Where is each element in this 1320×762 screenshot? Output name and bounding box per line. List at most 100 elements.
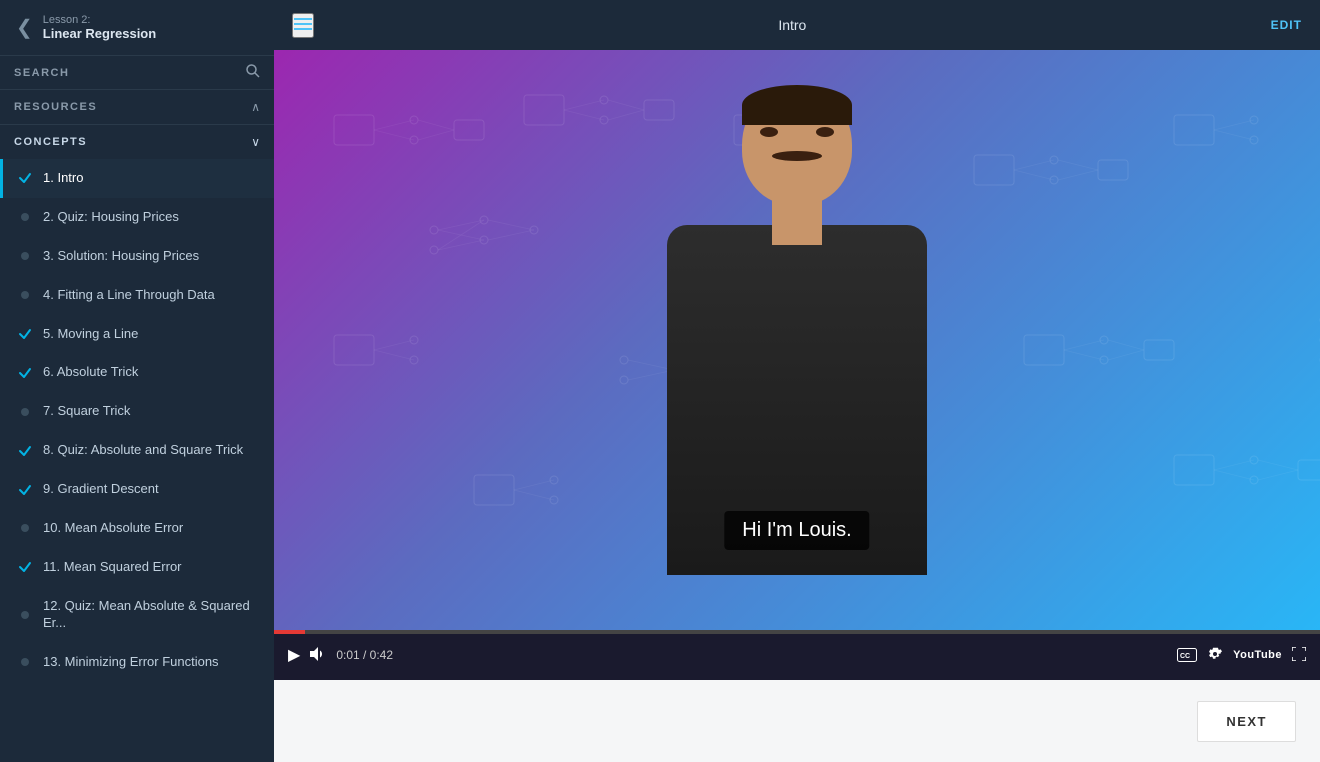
resources-chevron-icon: ∧ [251, 100, 260, 114]
volume-icon [310, 647, 326, 661]
menu-button[interactable] [292, 13, 314, 38]
checkmark-icon [18, 483, 32, 497]
lesson-item-status-2 [17, 213, 33, 221]
lesson-item-text: 3. Solution: Housing Prices [43, 248, 199, 265]
controls-right: CC YouTube [1177, 646, 1306, 665]
lesson-info: Lesson 2: Linear Regression [43, 14, 156, 41]
progress-bar-fill [274, 630, 305, 634]
next-button[interactable]: NEXT [1197, 701, 1296, 742]
svg-text:CC: CC [1180, 653, 1190, 660]
checkmark-icon [18, 366, 32, 380]
sidebar-header: ❮ Lesson 2: Linear Regression [0, 0, 274, 56]
lesson-item-9[interactable]: 9. Gradient Descent [0, 470, 274, 509]
lesson-item-3[interactable]: 3. Solution: Housing Prices [0, 237, 274, 276]
fullscreen-button[interactable] [1292, 647, 1306, 664]
lesson-item-8[interactable]: 8. Quiz: Absolute and Square Trick [0, 431, 274, 470]
unread-dot-icon [21, 291, 29, 299]
lesson-item-status-10 [17, 524, 33, 532]
lesson-item-text: 5. Moving a Line [43, 326, 138, 343]
lesson-number: Lesson 2: [43, 14, 156, 26]
unread-dot-icon [21, 213, 29, 221]
search-icon [246, 64, 260, 78]
lesson-item-status-12 [17, 611, 33, 619]
lesson-item-text: 10. Mean Absolute Error [43, 520, 183, 537]
lesson-item-text: 13. Minimizing Error Functions [43, 654, 219, 671]
lesson-item-text: 6. Absolute Trick [43, 364, 138, 381]
lesson-item-12[interactable]: 12. Quiz: Mean Absolute & Squared Er... [0, 587, 274, 643]
settings-button[interactable] [1207, 646, 1223, 665]
concepts-row[interactable]: CONCEPTS ∨ [0, 125, 274, 159]
lesson-item-10[interactable]: 10. Mean Absolute Error [0, 509, 274, 548]
lesson-item-2[interactable]: 2. Quiz: Housing Prices [0, 198, 274, 237]
lesson-item-text: 11. Mean Squared Error [43, 559, 182, 576]
presenter-right-eye [816, 127, 834, 137]
lesson-item-status-7 [17, 408, 33, 416]
search-bar: SEARCH [0, 56, 274, 90]
fullscreen-icon [1292, 647, 1306, 661]
play-button[interactable]: ▶ [288, 645, 300, 665]
lesson-item-5[interactable]: 5. Moving a Line [0, 315, 274, 354]
hamburger-icon [294, 17, 312, 31]
unread-dot-icon [21, 524, 29, 532]
lesson-item-status-1 [17, 171, 33, 185]
presenter-hair [742, 85, 852, 125]
back-chevron-icon: ❮ [16, 15, 33, 40]
video-background[interactable]: Hi I'm Louis. [274, 50, 1320, 630]
cc-button[interactable]: CC [1177, 648, 1197, 662]
content-bottom: NEXT [274, 680, 1320, 762]
lesson-item-text: 4. Fitting a Line Through Data [43, 287, 215, 304]
lesson-item-text: 7. Square Trick [43, 403, 130, 420]
presenter-area [617, 115, 977, 575]
subtitle-bar: Hi I'm Louis. [724, 511, 869, 550]
settings-icon [1207, 646, 1223, 662]
back-button[interactable]: ❮ [16, 15, 33, 40]
video-controls: ▶ 0:01 / 0:42 CC [274, 630, 1320, 680]
checkmark-icon [18, 327, 32, 341]
search-button[interactable] [246, 64, 260, 81]
lesson-item-13[interactable]: 13. Minimizing Error Functions [0, 643, 274, 682]
edit-button[interactable]: EDIT [1271, 18, 1302, 32]
time-display: 0:01 / 0:42 [336, 648, 393, 662]
lesson-item-11[interactable]: 11. Mean Squared Error [0, 548, 274, 587]
presenter-head [742, 85, 852, 205]
resources-label: RESOURCES [14, 101, 251, 113]
unread-dot-icon [21, 252, 29, 260]
lesson-item-status-13 [17, 658, 33, 666]
lesson-item-status-5 [17, 327, 33, 341]
sidebar: ❮ Lesson 2: Linear Regression SEARCH RES… [0, 0, 274, 762]
checkmark-icon [18, 444, 32, 458]
lesson-item-text: 2. Quiz: Housing Prices [43, 209, 179, 226]
lesson-list: 1. Intro 2. Quiz: Housing Prices 3. Soluti… [0, 159, 274, 762]
presenter-mustache [772, 151, 822, 161]
app-container: ❮ Lesson 2: Linear Regression SEARCH RES… [0, 0, 1320, 762]
lesson-item-6[interactable]: 6. Absolute Trick [0, 353, 274, 392]
concepts-label: CONCEPTS [14, 136, 251, 148]
lesson-item-4[interactable]: 4. Fitting a Line Through Data [0, 276, 274, 315]
resources-row[interactable]: RESOURCES ∧ [0, 90, 274, 125]
lesson-item-status-11 [17, 560, 33, 574]
concepts-chevron-icon: ∨ [251, 135, 260, 149]
youtube-logo: YouTube [1233, 649, 1282, 661]
volume-button[interactable] [310, 647, 326, 664]
lesson-item-status-4 [17, 291, 33, 299]
unread-dot-icon [21, 658, 29, 666]
lesson-item-7[interactable]: 7. Square Trick [0, 392, 274, 431]
lesson-item-text: 8. Quiz: Absolute and Square Trick [43, 442, 243, 459]
lesson-item-text: 12. Quiz: Mean Absolute & Squared Er... [43, 598, 260, 632]
cc-icon: CC [1177, 648, 1197, 662]
lesson-title: Linear Regression [43, 26, 156, 41]
lesson-item-status-8 [17, 444, 33, 458]
lesson-item-status-3 [17, 252, 33, 260]
checkmark-icon [18, 171, 32, 185]
main-content: Intro EDIT [274, 0, 1320, 762]
lesson-item-status-9 [17, 483, 33, 497]
lesson-item-1[interactable]: 1. Intro [0, 159, 274, 198]
presenter-left-eye [760, 127, 778, 137]
topbar-title: Intro [778, 17, 806, 33]
progress-bar-background[interactable] [274, 630, 1320, 634]
lesson-item-text: 9. Gradient Descent [43, 481, 159, 498]
lesson-item-status-6 [17, 366, 33, 380]
unread-dot-icon [21, 408, 29, 416]
unread-dot-icon [21, 611, 29, 619]
video-container: Hi I'm Louis. ▶ 0:01 / 0:42 [274, 50, 1320, 680]
